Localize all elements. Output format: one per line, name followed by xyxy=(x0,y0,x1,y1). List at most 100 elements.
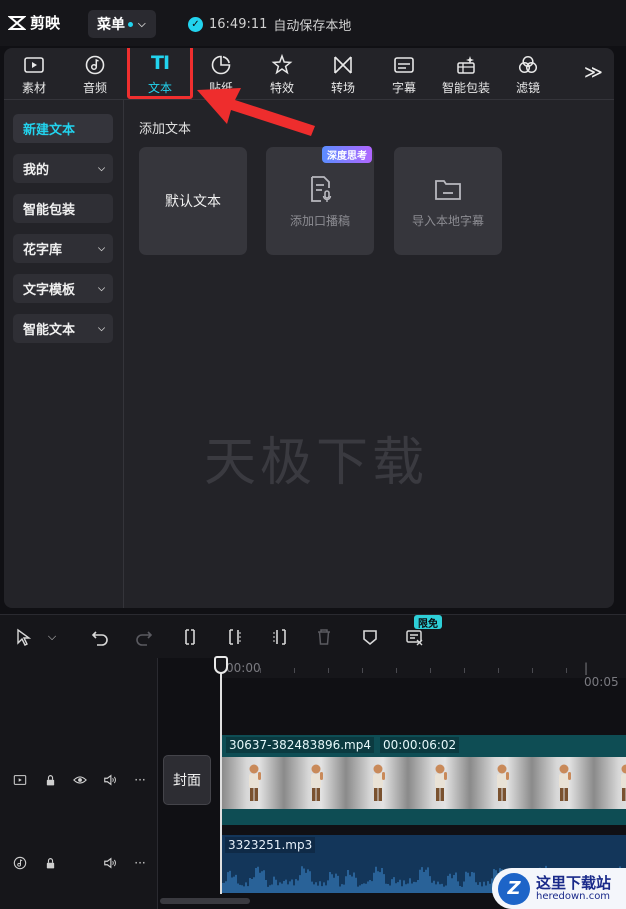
marker-icon[interactable] xyxy=(360,627,380,647)
sidebar-item-smart-pack[interactable]: 智能包装 xyxy=(13,194,113,223)
lock-icon[interactable] xyxy=(42,772,58,788)
trim-right-icon[interactable] xyxy=(270,627,290,647)
menu-label: 菜单 xyxy=(97,17,125,33)
chevron-down-icon: ⌵ xyxy=(98,283,105,294)
tab-media[interactable]: 素材 xyxy=(6,52,62,98)
tab-label: 贴纸 xyxy=(208,81,233,95)
ruler-tick xyxy=(362,668,363,673)
video-thumbnail xyxy=(284,757,346,809)
app-logo: 剪映 xyxy=(8,12,60,33)
playhead-handle[interactable] xyxy=(214,656,228,674)
sidebar-item-label: 新建文本 xyxy=(23,123,76,138)
volume-icon[interactable] xyxy=(102,855,118,871)
clip-duration: 00:00:06:02 xyxy=(379,737,460,753)
more-icon[interactable]: ··· xyxy=(132,855,148,871)
sidebar-item-fancy-text[interactable]: 花字库 ⌵ xyxy=(13,234,113,263)
import-subtitle-card[interactable]: 导入本地字幕 xyxy=(394,147,502,255)
sidebar-item-label: 智能包装 xyxy=(23,203,76,218)
sidebar-item-label: 文字模板 xyxy=(23,283,76,298)
tab-label: 字幕 xyxy=(391,81,416,95)
text-content: 添加文本 默认文本 深度思考 添加口播稿 导入本地字幕 天极下载 xyxy=(124,100,614,608)
capcut-logo-icon xyxy=(8,15,26,30)
ruler-tick xyxy=(532,668,533,673)
more-tabs-icon[interactable]: ≫ xyxy=(584,62,603,83)
time-ruler[interactable]: 00:00 | 00:05 xyxy=(220,658,626,689)
effects-icon xyxy=(271,54,293,75)
cover-label: 封面 xyxy=(173,773,201,789)
video-thumbnail xyxy=(594,757,626,809)
eye-icon[interactable] xyxy=(72,772,88,788)
lock-icon[interactable] xyxy=(42,855,58,871)
clip-thumbnails xyxy=(222,757,626,809)
app-name: 剪映 xyxy=(30,14,61,32)
card-label: 导入本地字幕 xyxy=(411,213,484,228)
tab-label: 滤镜 xyxy=(515,81,540,95)
ruler-time-start: 00:00 xyxy=(226,661,261,675)
ruler-tick xyxy=(260,668,261,673)
tab-label: 音频 xyxy=(82,81,107,95)
save-text: 自动保存本地 xyxy=(273,19,352,34)
chevron-down-icon: ⌵ xyxy=(98,243,105,254)
ruler-tick xyxy=(294,668,295,673)
tab-label: 文本 xyxy=(147,81,172,95)
track-headers: ··· ··· xyxy=(0,658,158,909)
video-thumbnail xyxy=(470,757,532,809)
sidebar-item-label: 花字库 xyxy=(23,243,63,258)
redo-icon[interactable] xyxy=(134,627,154,647)
chevron-down-icon[interactable]: ⌵ xyxy=(42,627,62,647)
transition-icon xyxy=(334,56,352,74)
deep-think-badge: 深度思考 xyxy=(322,146,372,163)
clip-filename: 3323251.mp3 xyxy=(225,837,316,853)
menu-button[interactable]: 菜单 ⌵ xyxy=(88,10,156,38)
sidebar-item-mine[interactable]: 我的 ⌵ xyxy=(13,154,113,183)
script-doc-icon xyxy=(311,175,332,202)
auto-caption-icon[interactable] xyxy=(404,627,424,647)
tab-smart-pack[interactable]: 智能包装 xyxy=(434,52,498,98)
tab-filter[interactable]: 滤镜 xyxy=(500,52,556,98)
tab-audio[interactable]: 音频 xyxy=(67,52,123,98)
sidebar-item-new-text[interactable]: 新建文本 xyxy=(13,114,113,143)
audio-icon xyxy=(85,55,105,75)
select-tool-icon[interactable] xyxy=(14,627,34,647)
tab-label: 素材 xyxy=(21,81,46,95)
tab-subtitle[interactable]: 字幕 xyxy=(376,52,432,98)
free-badge: 限免 xyxy=(414,615,442,630)
check-icon: ✓ xyxy=(188,17,203,32)
text-sidebar: 新建文本 我的 ⌵ 智能包装 花字库 ⌵ 文字模板 ⌵ 智能文本 ⌵ xyxy=(4,100,124,608)
sidebar-item-text-template[interactable]: 文字模板 ⌵ xyxy=(13,274,113,303)
sidebar-item-smart-text[interactable]: 智能文本 ⌵ xyxy=(13,314,113,343)
ruler-tick xyxy=(498,668,499,673)
tab-transition[interactable]: 转场 xyxy=(315,52,371,98)
more-icon[interactable]: ··· xyxy=(132,772,148,788)
video-track-icon xyxy=(12,772,28,788)
delete-icon[interactable] xyxy=(314,627,334,647)
folder-icon xyxy=(435,179,461,200)
tab-label: 特效 xyxy=(269,81,294,95)
ruler-tick xyxy=(566,668,567,673)
site-watermark-badge: Z 这里下载站 heredown.com xyxy=(492,868,626,909)
cover-button[interactable]: 封面 xyxy=(163,755,211,805)
tab-sticker[interactable]: 贴纸 xyxy=(193,52,249,98)
default-text-card[interactable]: 默认文本 xyxy=(139,147,247,255)
update-dot-icon xyxy=(128,21,133,27)
video-thumbnail xyxy=(222,757,284,809)
tab-effects[interactable]: 特效 xyxy=(254,52,310,98)
subtitle-icon xyxy=(394,57,414,73)
playhead-line xyxy=(220,664,222,894)
split-icon[interactable] xyxy=(180,627,200,647)
undo-icon[interactable] xyxy=(90,627,110,647)
horizontal-scrollbar[interactable] xyxy=(160,898,250,904)
filter-icon xyxy=(518,55,538,74)
add-script-card[interactable]: 深度思考 添加口播稿 xyxy=(266,146,374,255)
ruler-tick xyxy=(328,668,329,673)
tab-text[interactable]: TI 文本 xyxy=(132,52,188,98)
site-logo: Z xyxy=(498,872,530,905)
text-icon: TI xyxy=(150,52,170,74)
watermark: 天极下载 xyxy=(204,433,429,493)
video-clip[interactable]: 30637-382483896.mp4 00:00:06:02 xyxy=(222,735,626,825)
tab-label: 转场 xyxy=(330,81,355,95)
video-thumbnail xyxy=(532,757,594,809)
site-title: 这里下载站 xyxy=(536,873,612,892)
volume-icon[interactable] xyxy=(102,772,118,788)
trim-left-icon[interactable] xyxy=(225,627,245,647)
